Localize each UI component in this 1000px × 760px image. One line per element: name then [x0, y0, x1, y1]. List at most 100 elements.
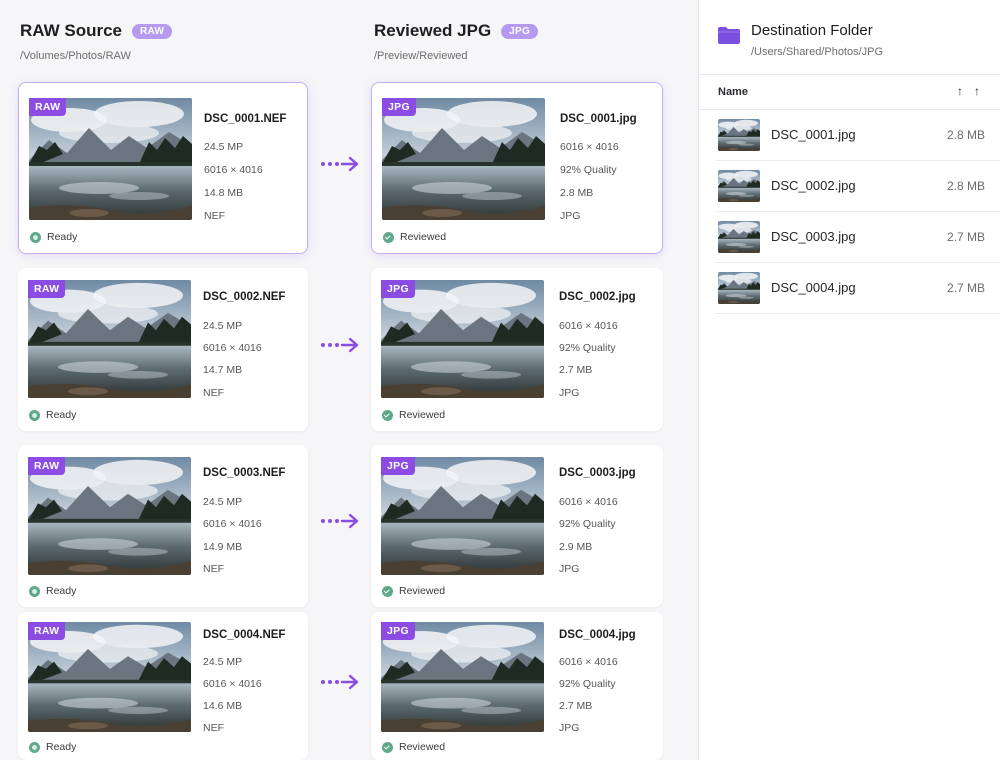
- raw-megapixels: 24.5 MP: [203, 656, 243, 668]
- jpg-dimensions: 6016 × 4016: [560, 141, 619, 153]
- jpg-tag: JPG: [381, 622, 415, 640]
- raw-column-path: /Volumes/Photos/RAW: [20, 50, 131, 62]
- destination-path: /Users/Shared/Photos/JPG: [751, 46, 884, 58]
- jpg-status: Reviewed: [382, 409, 445, 421]
- status-dot-icon: [29, 409, 40, 421]
- file-row[interactable]: DSC_0001.jpg 2.8 MB: [715, 110, 1000, 161]
- jpg-card[interactable]: JPG DSC_0004.jpg 6016 × 4016 92% Quality…: [371, 612, 663, 760]
- sort-arrow-icon[interactable]: ↑: [974, 84, 980, 98]
- dotted-arrow-icon: [321, 156, 359, 172]
- jpg-status: Reviewed: [382, 741, 445, 753]
- raw-file-size: 14.7 MB: [203, 364, 243, 376]
- file-row[interactable]: DSC_0003.jpg 2.7 MB: [715, 212, 1000, 263]
- file-thumbnail: [718, 221, 760, 253]
- raw-status: Ready: [29, 741, 76, 753]
- raw-tag: RAW: [28, 280, 66, 298]
- check-circle-icon: [382, 409, 393, 421]
- raw-file-size: 14.9 MB: [203, 541, 243, 553]
- status-label: Ready: [47, 231, 78, 243]
- dotted-arrow-icon: [321, 674, 359, 690]
- jpg-filename: DSC_0001.jpg: [560, 113, 637, 125]
- raw-format: NEF: [203, 722, 224, 734]
- status-dot-icon: [29, 585, 40, 597]
- raw-status: Ready: [29, 409, 76, 421]
- jpg-filename: DSC_0004.jpg: [559, 629, 636, 641]
- file-thumbnail: [718, 170, 760, 202]
- raw-format: NEF: [203, 387, 224, 399]
- file-list-header: Name ↑ ↑: [699, 74, 1000, 110]
- jpg-thumbnail: [382, 98, 545, 220]
- jpg-format: JPG: [559, 722, 580, 734]
- destination-header: Destination Folder /Users/Shared/Photos/…: [717, 22, 883, 58]
- jpg-card[interactable]: JPG DSC_0001.jpg 6016 × 4016 92% Quality…: [371, 82, 663, 254]
- jpg-status: Reviewed: [383, 231, 446, 243]
- jpg-dimensions: 6016 × 4016: [559, 320, 618, 332]
- jpg-card[interactable]: JPG DSC_0003.jpg 6016 × 4016 92% Quality…: [371, 445, 663, 607]
- jpg-tag: JPG: [381, 280, 415, 298]
- jpg-tag: JPG: [382, 98, 416, 116]
- raw-megapixels: 24.5 MP: [204, 141, 244, 153]
- raw-format: NEF: [204, 210, 225, 222]
- raw-file-size: 14.6 MB: [203, 700, 243, 712]
- status-label: Reviewed: [399, 409, 446, 421]
- raw-column-header: RAW Source RAW /Volumes/Photos/RAW: [20, 20, 173, 62]
- jpg-quality: 92% Quality: [559, 342, 616, 354]
- raw-dimensions: 6016 × 4016: [203, 518, 262, 530]
- jpg-quality: 92% Quality: [560, 164, 617, 176]
- raw-filename: DSC_0003.NEF: [203, 467, 286, 479]
- jpg-card[interactable]: JPG DSC_0002.jpg 6016 × 4016 92% Quality…: [371, 268, 663, 431]
- status-label: Reviewed: [400, 231, 447, 243]
- raw-filename: DSC_0001.NEF: [204, 113, 287, 125]
- raw-filename: DSC_0002.NEF: [203, 291, 286, 303]
- raw-card[interactable]: RAW DSC_0004.NEF 24.5 MP 6016 × 4016 14.…: [18, 612, 308, 760]
- raw-card[interactable]: RAW DSC_0002.NEF 24.5 MP 6016 × 4016 14.…: [18, 268, 308, 431]
- file-thumbnail: [718, 119, 760, 151]
- status-label: Ready: [46, 409, 77, 421]
- file-row[interactable]: DSC_0004.jpg 2.7 MB: [715, 263, 1000, 314]
- file-size: 2.7 MB: [946, 230, 985, 244]
- file-size: 2.8 MB: [946, 128, 985, 142]
- file-name: DSC_0002.jpg: [771, 178, 856, 193]
- raw-dimensions: 6016 × 4016: [204, 164, 263, 176]
- raw-column-title: RAW Source: [20, 21, 123, 40]
- column-name-header[interactable]: Name: [718, 86, 748, 98]
- jpg-file-size: 2.8 MB: [560, 187, 594, 199]
- file-name: DSC_0003.jpg: [771, 229, 856, 244]
- raw-format: NEF: [203, 563, 224, 575]
- destination-panel: Destination Folder /Users/Shared/Photos/…: [698, 0, 1000, 760]
- jpg-format: JPG: [559, 563, 580, 575]
- jpg-filename: DSC_0002.jpg: [559, 291, 636, 303]
- jpg-file-size: 2.9 MB: [559, 541, 593, 553]
- dotted-arrow-icon: [321, 337, 359, 353]
- check-circle-icon: [382, 741, 393, 753]
- status-label: Ready: [46, 741, 77, 753]
- destination-title: Destination Folder: [751, 22, 873, 39]
- file-size: 2.8 MB: [946, 179, 985, 193]
- raw-tag: RAW: [28, 457, 66, 475]
- jpg-dimensions: 6016 × 4016: [559, 496, 618, 508]
- status-label: Reviewed: [399, 585, 446, 597]
- raw-dimensions: 6016 × 4016: [203, 342, 262, 354]
- raw-status: Ready: [30, 231, 77, 243]
- jpg-filename: DSC_0003.jpg: [559, 467, 636, 479]
- raw-card[interactable]: RAW DSC_0001.NEF 24.5 MP 6016 × 4016 14.…: [18, 82, 308, 254]
- check-circle-icon: [382, 585, 393, 597]
- raw-card[interactable]: RAW DSC_0003.NEF 24.5 MP 6016 × 4016 14.…: [18, 445, 308, 607]
- raw-megapixels: 24.5 MP: [203, 496, 243, 508]
- raw-badge: RAW: [132, 23, 173, 39]
- jpg-badge: JPG: [501, 23, 539, 39]
- jpg-file-size: 2.7 MB: [559, 364, 593, 376]
- file-row[interactable]: DSC_0002.jpg 2.8 MB: [715, 161, 1000, 212]
- dotted-arrow-icon: [321, 513, 359, 529]
- file-name: DSC_0004.jpg: [771, 280, 856, 295]
- jpg-column-path: /Preview/Reviewed: [374, 50, 468, 62]
- sort-arrow-icon[interactable]: ↑: [957, 84, 963, 98]
- raw-tag: RAW: [28, 622, 66, 640]
- check-circle-icon: [383, 231, 394, 243]
- jpg-tag: JPG: [381, 457, 415, 475]
- raw-thumbnail: [29, 98, 192, 220]
- jpg-format: JPG: [560, 210, 581, 222]
- raw-tag: RAW: [29, 98, 67, 116]
- status-dot-icon: [29, 741, 40, 753]
- raw-filename: DSC_0004.NEF: [203, 629, 286, 641]
